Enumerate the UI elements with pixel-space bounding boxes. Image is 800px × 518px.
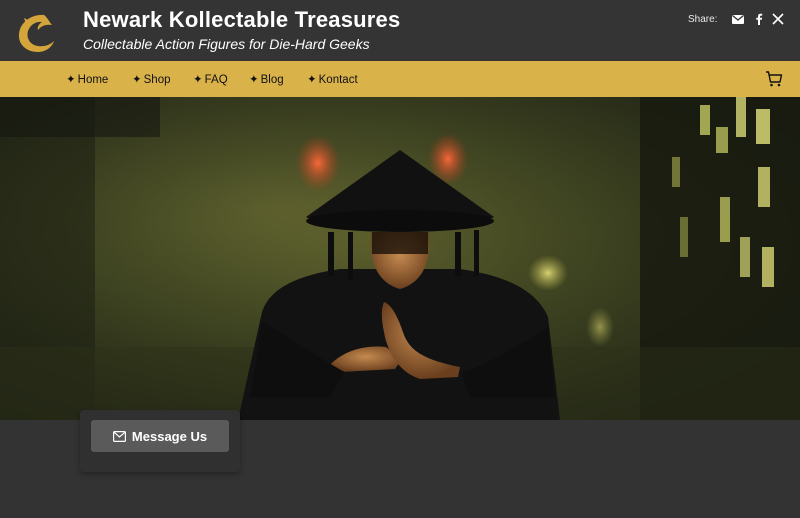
hero-photo-figure xyxy=(0,97,800,420)
nav-item-label: FAQ xyxy=(204,74,228,86)
star-bullet-icon: ✦ xyxy=(193,74,203,86)
shopping-cart-icon[interactable] xyxy=(765,70,783,88)
hero-image xyxy=(0,97,800,420)
nav-item-blog[interactable]: ✦ Blog xyxy=(249,72,284,86)
nav-item-kontact[interactable]: ✦ Kontact xyxy=(307,72,358,86)
share-label: Share: xyxy=(688,14,718,25)
site-header: Newark Kollectable Treasures Collectable… xyxy=(0,0,800,61)
main-nav: ✦ Home ✦ Shop ✦ FAQ ✦ Blog ✦ Kontact xyxy=(0,61,800,97)
facebook-icon[interactable] xyxy=(752,12,766,26)
message-us-label: Message Us xyxy=(131,428,208,444)
star-bullet-icon: ✦ xyxy=(132,74,142,86)
envelope-icon xyxy=(112,430,126,442)
nav-item-label: Shop xyxy=(143,74,171,86)
star-bullet-icon: ✦ xyxy=(307,74,317,86)
message-us-button[interactable]: Message Us xyxy=(91,420,229,452)
nav-item-label: Kontact xyxy=(318,74,358,86)
site-tagline: Collectable Action Figures for Die-Hard … xyxy=(83,36,370,52)
star-bullet-icon: ✦ xyxy=(66,74,76,86)
nav-item-label: Blog xyxy=(260,74,284,86)
nav-item-shop[interactable]: ✦ Shop xyxy=(132,72,171,86)
site-title[interactable]: Newark Kollectable Treasures xyxy=(83,7,400,33)
dragon-logo-icon[interactable] xyxy=(14,12,58,54)
nav-item-label: Home xyxy=(77,74,109,86)
email-icon[interactable] xyxy=(731,12,745,26)
nav-item-faq[interactable]: ✦ FAQ xyxy=(193,72,228,86)
nav-item-home[interactable]: ✦ Home xyxy=(66,72,108,86)
x-icon[interactable] xyxy=(771,12,785,26)
star-bullet-icon: ✦ xyxy=(249,74,259,86)
